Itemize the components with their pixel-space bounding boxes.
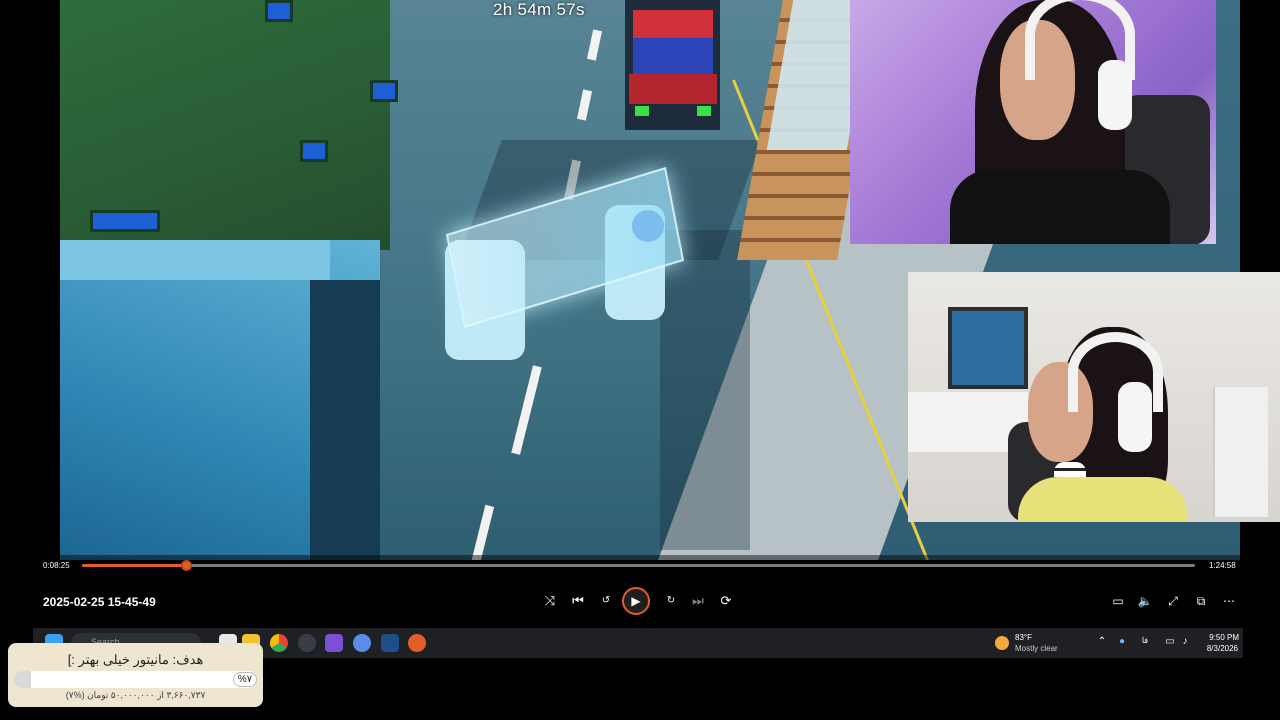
truck-bumper (629, 74, 717, 104)
forward-30-icon[interactable]: ↻ (658, 588, 684, 614)
chrome-icon[interactable] (270, 634, 288, 652)
truck-light (697, 106, 711, 116)
clock-date[interactable]: 8/3/2026 (1196, 644, 1238, 653)
weather-icon[interactable] (995, 636, 1009, 650)
goal-percent-badge: %۷ (233, 672, 257, 687)
webcam-top (850, 0, 1216, 244)
screen: 2h 54m 57s 0:08:25 1:24:58 2025-02-25 15… (0, 0, 1280, 720)
media-player-icon[interactable] (408, 634, 426, 652)
app-icon[interactable] (353, 634, 371, 652)
obs-icon[interactable] (298, 634, 316, 652)
microphone-icon[interactable]: ● (1115, 636, 1129, 647)
skip-next-icon[interactable]: ⏭ (685, 588, 711, 614)
seek-bar-progress (82, 564, 187, 567)
shelf (1213, 387, 1268, 517)
building-window (265, 0, 293, 22)
headset-earcup (1118, 382, 1152, 452)
building-window (90, 210, 160, 232)
speaker-icon[interactable]: ♪ (1178, 636, 1192, 647)
seek-bar-handle[interactable] (181, 560, 193, 571)
goal-progress-bar (14, 671, 257, 688)
rewind-10-icon[interactable]: ↺ (593, 588, 619, 614)
goal-title: هدف: مانیتور خیلی بهتر :] (67, 652, 204, 667)
clock-time[interactable]: 9:50 PM (1203, 633, 1239, 642)
media-player-bar: 0:08:25 1:24:58 2025-02-25 15-45-49 ⤨ ⏮ … (33, 555, 1243, 628)
miniplayer-icon[interactable]: ▭ (1107, 590, 1129, 612)
headset-earcup (1098, 60, 1132, 130)
blue-building-side (310, 280, 380, 560)
building-window (370, 80, 398, 102)
shuffle-icon[interactable]: ⤨ (537, 588, 563, 614)
keyboard-language-icon[interactable]: فا (1138, 636, 1152, 645)
play-icon: ▶ (631, 594, 641, 608)
cast-icon[interactable]: ⧉ (1190, 590, 1212, 612)
stream-timer: 2h 54m 57s (493, 0, 585, 19)
monitor (948, 307, 1028, 389)
more-icon[interactable]: ⋯ (1218, 590, 1240, 612)
shirt (1018, 477, 1188, 522)
shirt (950, 170, 1170, 244)
seek-bar[interactable] (82, 560, 1195, 571)
r-app-icon[interactable] (325, 634, 343, 652)
weather-temperature: 83°F (1015, 633, 1032, 642)
current-time: 0:08:25 (43, 561, 70, 570)
total-time: 1:24:58 (1209, 561, 1236, 570)
volume-icon[interactable]: 🔈 (1134, 590, 1156, 612)
truck-body (633, 38, 713, 74)
goal-progress-fill (14, 671, 31, 688)
chevron-up-icon[interactable]: ⌃ (1095, 636, 1109, 647)
truck-cab (633, 10, 713, 38)
green-building (60, 0, 398, 250)
network-icon[interactable]: ▭ (1163, 636, 1177, 647)
webcam-bottom (908, 272, 1280, 522)
skip-previous-icon[interactable]: ⏮ (565, 588, 591, 614)
building-window (300, 140, 328, 162)
recording-name: 2025-02-25 15-45-49 (43, 595, 156, 609)
truck-shadow (660, 230, 750, 550)
weather-description: Mostly clear (1015, 644, 1058, 653)
play-button[interactable]: ▶ (622, 587, 650, 615)
donation-goal-widget: هدف: مانیتور خیلی بهتر :] %۷ ۳,۶۶۰,۷۳۷ ا… (8, 643, 263, 707)
fullscreen-icon[interactable]: ⤢ (1162, 590, 1184, 612)
steam-icon[interactable] (381, 634, 399, 652)
truck-light (635, 106, 649, 116)
blue-building-roof (60, 240, 330, 280)
goal-amount: ۳,۶۶۰,۷۳۷ از ۵۰,۰۰۰,۰۰۰ تومان (%۷) (65, 690, 206, 700)
repeat-off-icon[interactable]: ⟳ (713, 588, 739, 614)
truck (625, 0, 720, 130)
